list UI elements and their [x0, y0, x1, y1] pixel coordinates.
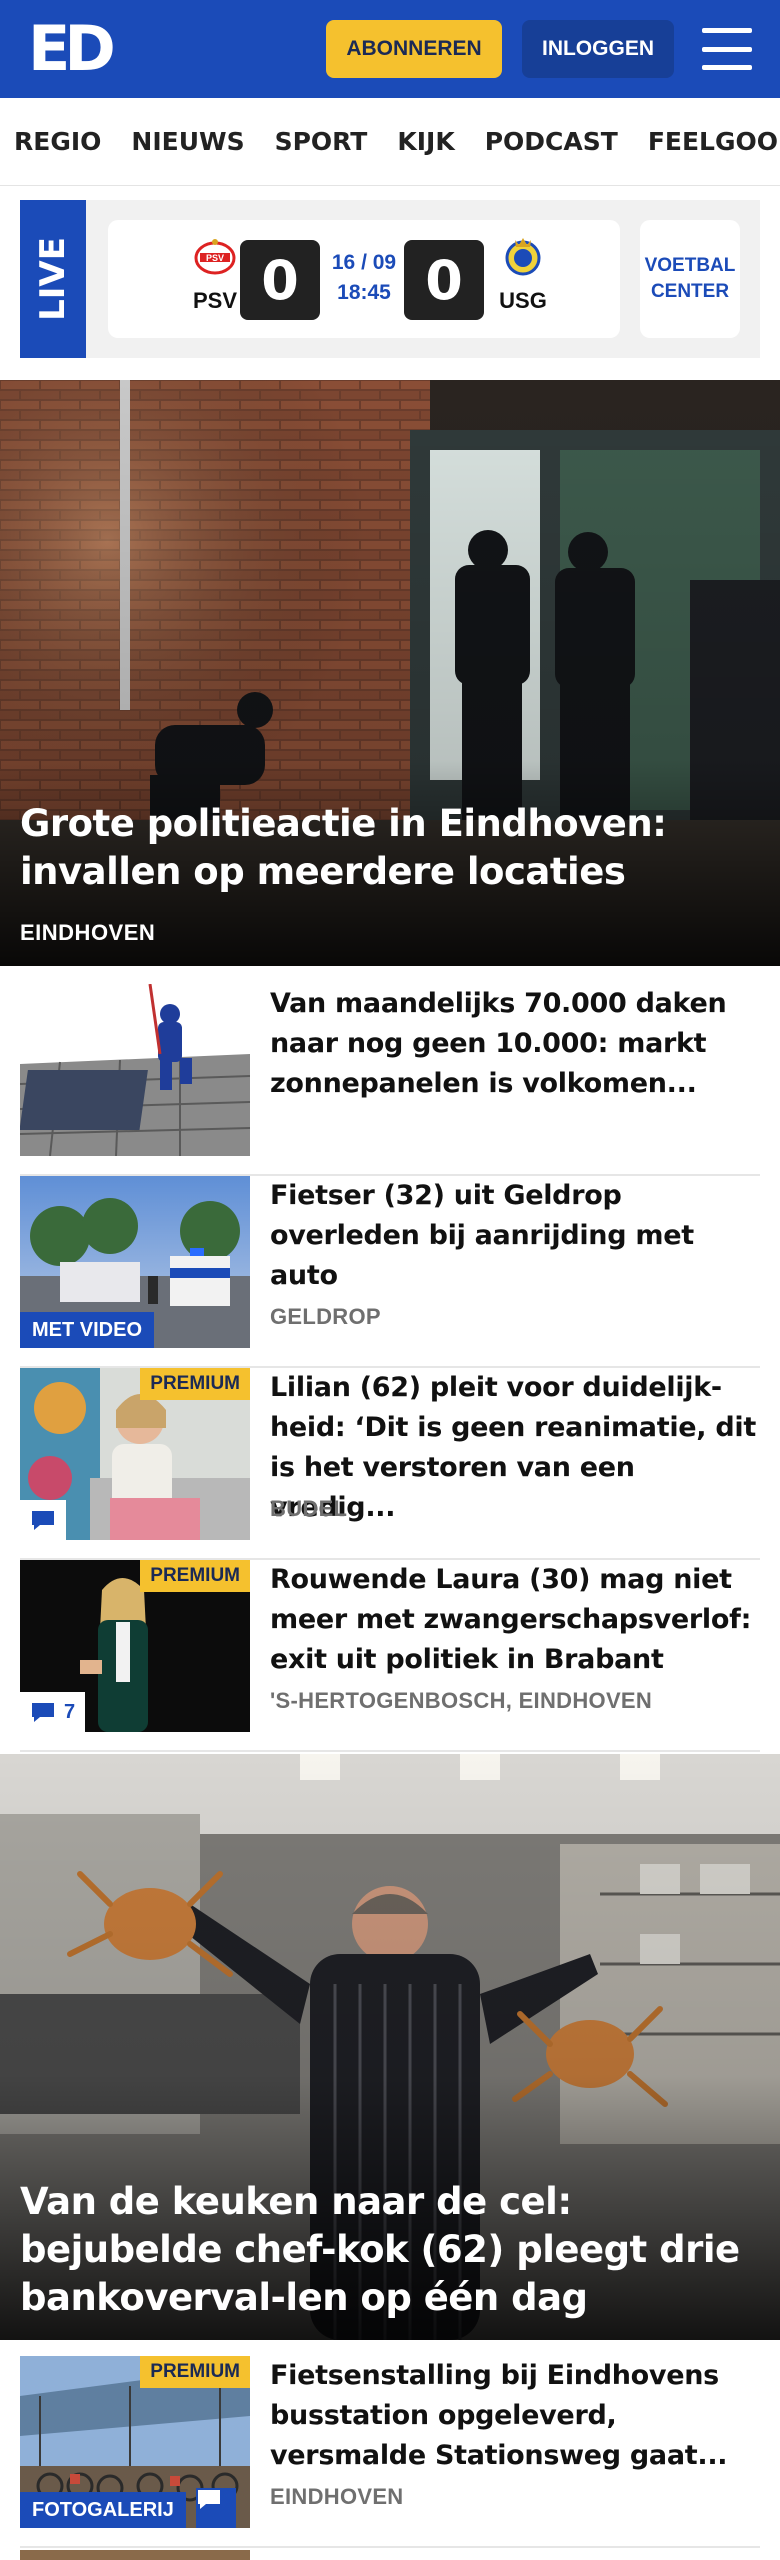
live-scores: LIVE PSV PSV 0 16 / 09 18:45 0 USG VOETB…: [20, 200, 760, 358]
article-thumbnail: PREMIUM: [20, 1368, 250, 1540]
premium-badge: PREMIUM: [140, 1560, 250, 1592]
psv-crest-icon: PSV: [194, 239, 236, 275]
nav-item-sport[interactable]: SPORT: [275, 127, 368, 156]
list-item[interactable]: PREMIUM 7 Rouwende Laura (30) mag niet m…: [20, 1560, 760, 1752]
comment-count[interactable]: [20, 1500, 66, 1540]
article-title[interactable]: Fietser (32) uit Geldrop overleden bij a…: [270, 1176, 760, 1296]
comment-count[interactable]: 7: [20, 1692, 86, 1732]
article-thumbnail: PREMIUM 7: [20, 1560, 250, 1732]
match-card[interactable]: PSV PSV 0 16 / 09 18:45 0 USG: [108, 220, 620, 338]
comment-icon: [32, 1511, 54, 1530]
list-item[interactable]: Van maandelijks 70.000 daken naar nog ge…: [20, 984, 760, 1176]
list-item[interactable]: PREMIUM Lilian (62) pleit voor duidelijk…: [20, 1368, 760, 1560]
hero-article-police[interactable]: Grote politieactie in Eindhoven: invalle…: [0, 380, 780, 966]
next-article-thumbnail: [20, 2550, 250, 2560]
home-score: 0: [240, 240, 320, 320]
svg-text:PSV: PSV: [206, 253, 224, 263]
article-thumbnail: [20, 984, 250, 1156]
premium-badge: PREMIUM: [140, 1368, 250, 1400]
nav-item-kijk[interactable]: KIJK: [397, 127, 454, 156]
voetbal-center-button[interactable]: VOETBAL CENTER: [640, 220, 740, 338]
article-thumbnail: PREMIUM FOTOGALERIJ: [20, 2356, 250, 2528]
away-score: 0: [404, 240, 484, 320]
login-button[interactable]: INLOGGEN: [522, 20, 674, 78]
gallery-badge: FOTOGALERIJ: [20, 2492, 186, 2528]
nav-item-regio[interactable]: REGIO: [14, 127, 101, 156]
article-title[interactable]: Fietsenstalling bij Eindhovens busstatio…: [270, 2356, 760, 2476]
comment-count[interactable]: [196, 2488, 236, 2528]
menu-icon[interactable]: [702, 28, 752, 70]
comment-icon: [32, 1703, 54, 1722]
nav-item-podcast[interactable]: PODCAST: [485, 127, 618, 156]
article-title[interactable]: Rouwende Laura (30) mag niet meer met zw…: [270, 1560, 760, 1680]
usg-crest-icon: [505, 238, 541, 276]
article-location: 'S-HERTOGENBOSCH, EINDHOVEN: [270, 1688, 653, 1713]
article-thumbnail: MET VIDEO: [20, 1176, 250, 1348]
comment-icon: [198, 2490, 220, 2509]
article-location: EINDHOVEN: [270, 2484, 404, 2509]
site-header: ED ABONNEREN INLOGGEN: [0, 0, 780, 98]
article-location: BUDEL: [270, 1496, 348, 1521]
match-datetime: 16 / 09 18:45: [331, 251, 397, 304]
premium-badge: PREMIUM: [140, 2356, 250, 2388]
article-title[interactable]: Van maandelijks 70.000 daken naar nog ge…: [270, 984, 760, 1104]
subscribe-button[interactable]: ABONNEREN: [326, 20, 502, 78]
nav-item-nieuws[interactable]: NIEUWS: [131, 127, 244, 156]
hero-location: EINDHOVEN: [20, 920, 156, 945]
list-item[interactable]: MET VIDEO Fietser (32) uit Geldrop overl…: [20, 1176, 760, 1368]
hero-article-chef[interactable]: Van de keuken naar de cel: bejubelde che…: [0, 1754, 780, 2340]
site-logo[interactable]: ED: [28, 18, 116, 80]
article-location: GELDROP: [270, 1304, 381, 1329]
section-nav: REGIO NIEUWS SPORT KIJK PODCAST FEELGOOD: [0, 98, 780, 186]
nav-item-feelgood[interactable]: FEELGOOD: [648, 127, 780, 156]
hero-headline[interactable]: Van de keuken naar de cel: bejubelde che…: [20, 2178, 760, 2322]
hero-headline[interactable]: Grote politieactie in Eindhoven: invalle…: [20, 800, 760, 896]
video-badge: MET VIDEO: [20, 1312, 155, 1348]
list-item[interactable]: PREMIUM FOTOGALERIJ Fietsenstalling bij …: [20, 2356, 760, 2548]
away-team: USG: [499, 288, 547, 313]
live-tag: LIVE: [20, 200, 86, 358]
